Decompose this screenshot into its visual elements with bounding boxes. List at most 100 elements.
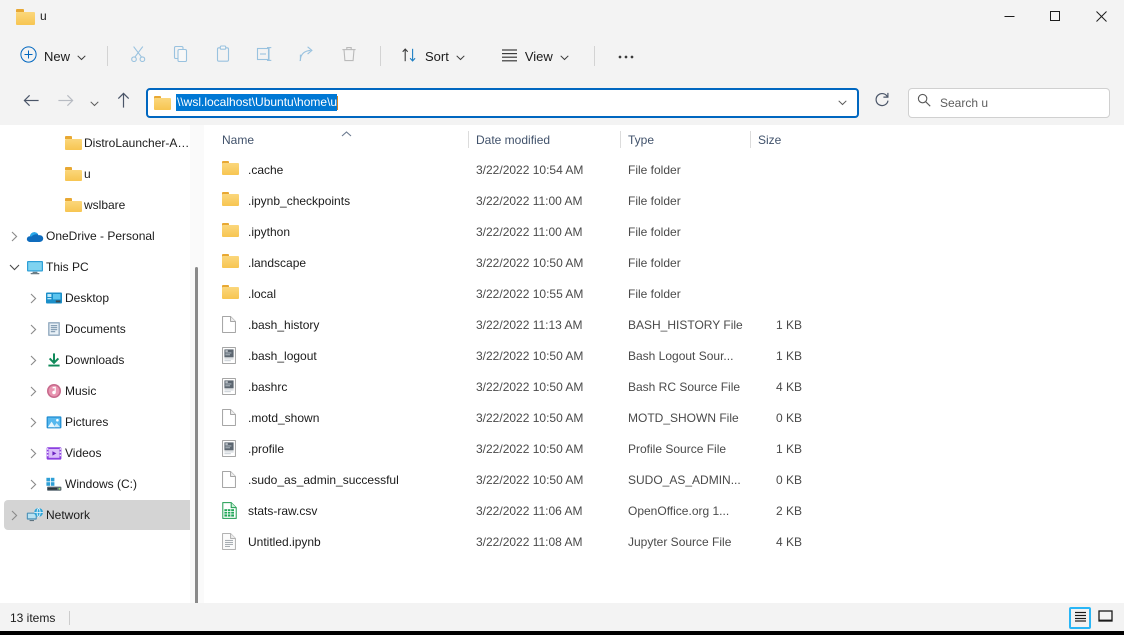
cut-button[interactable] bbox=[119, 40, 159, 72]
refresh-button[interactable] bbox=[862, 88, 902, 118]
chevron-right-icon[interactable] bbox=[23, 479, 43, 490]
sort-button-label: Sort bbox=[425, 48, 449, 64]
chevron-right-icon[interactable] bbox=[23, 386, 43, 397]
chevron-right-icon[interactable] bbox=[4, 231, 24, 242]
sidebar-item-videos[interactable]: Videos bbox=[4, 438, 200, 468]
blank-file-icon bbox=[222, 408, 239, 427]
arrow-up-icon bbox=[116, 92, 131, 114]
sidebar-item-music[interactable]: Music bbox=[4, 376, 200, 406]
chevron-right-icon[interactable] bbox=[23, 448, 43, 459]
rename-button[interactable] bbox=[245, 40, 285, 72]
file-list-row[interactable]: .cache 3/22/2022 10:54 AM File folder bbox=[214, 154, 1124, 185]
column-header-date[interactable]: Date modified bbox=[468, 125, 620, 154]
nav-scrollbar-thumb[interactable] bbox=[195, 267, 198, 603]
file-list-row[interactable]: .ipython 3/22/2022 11:00 AM File folder bbox=[214, 216, 1124, 247]
file-type-cell: SUDO_AS_ADMIN... bbox=[628, 472, 741, 487]
file-list-row[interactable]: .local 3/22/2022 10:55 AM File folder bbox=[214, 278, 1124, 309]
column-divider[interactable] bbox=[750, 131, 751, 148]
text-file-icon bbox=[222, 532, 239, 551]
folder-icon bbox=[154, 95, 171, 110]
file-list-row[interactable]: .sudo_as_admin_successful 3/22/2022 10:50… bbox=[214, 464, 1124, 495]
file-list-row[interactable]: .bash_logout 3/22/2022 10:50 AM Bash Logou… bbox=[214, 340, 1124, 371]
chevron-right-icon[interactable] bbox=[4, 510, 24, 521]
chevron-right-icon[interactable] bbox=[23, 324, 43, 335]
preview-pane-icon bbox=[1097, 610, 1113, 626]
delete-button[interactable] bbox=[329, 40, 369, 72]
paste-button[interactable] bbox=[203, 40, 243, 72]
sidebar-item-downloads[interactable]: Downloads bbox=[4, 345, 200, 375]
tab-u[interactable]: u bbox=[8, 0, 59, 32]
file-list-row[interactable]: .motd_shown 3/22/2022 10:50 AM MOTD_SHOWN … bbox=[214, 402, 1124, 433]
chevron-down-icon[interactable] bbox=[4, 264, 24, 271]
close-button[interactable] bbox=[1078, 0, 1124, 32]
refresh-icon bbox=[874, 92, 890, 113]
scissors-icon bbox=[130, 45, 148, 68]
details-view-button[interactable] bbox=[1069, 607, 1091, 629]
file-name-cell: .landscape bbox=[214, 253, 468, 272]
file-list-row[interactable]: .profile 3/22/2022 10:50 AM Profile Source… bbox=[214, 433, 1124, 464]
column-header-name[interactable]: Name bbox=[214, 125, 468, 154]
plus-circle-icon bbox=[20, 46, 37, 66]
file-list-row[interactable]: .bashrc 3/22/2022 10:50 AM Bash RC Source … bbox=[214, 371, 1124, 402]
sort-button[interactable]: Sort bbox=[392, 40, 474, 72]
see-more-button[interactable] bbox=[606, 40, 646, 72]
back-button[interactable] bbox=[14, 87, 48, 119]
sidebar-item-desktop[interactable]: Desktop bbox=[4, 283, 200, 313]
pictures-icon bbox=[43, 415, 65, 430]
address-dropdown-button[interactable] bbox=[829, 90, 855, 116]
ellipsis-icon bbox=[617, 47, 635, 65]
view-button[interactable]: View bbox=[492, 40, 578, 72]
forward-button[interactable] bbox=[48, 87, 82, 119]
up-button[interactable] bbox=[106, 87, 140, 119]
sidebar-item-label: wslbare bbox=[84, 198, 126, 212]
file-name-cell: .cache bbox=[214, 160, 468, 179]
file-list-row[interactable]: Untitled.ipynb 3/22/2022 11:08 AM Jupyter … bbox=[214, 526, 1124, 557]
chevron-right-icon[interactable] bbox=[23, 417, 43, 428]
minimize-button[interactable] bbox=[986, 0, 1032, 32]
sidebar-item-documents[interactable]: Documents bbox=[4, 314, 200, 344]
sidebar-item-onedrive-personal[interactable]: OneDrive - Personal bbox=[4, 221, 200, 251]
maximize-button[interactable] bbox=[1032, 0, 1078, 32]
toolbar-divider bbox=[107, 46, 109, 66]
sidebar-item-windows-c[interactable]: Windows (C:) bbox=[4, 469, 200, 499]
nav-scrollbar[interactable] bbox=[190, 125, 204, 603]
sidebar-item-wslbare[interactable]: wslbare bbox=[4, 190, 200, 220]
sidebar-item-this-pc[interactable]: This PC bbox=[4, 252, 200, 282]
file-date-cell: 3/22/2022 10:54 AM bbox=[476, 162, 584, 177]
preview-pane-button[interactable] bbox=[1094, 607, 1116, 629]
chevron-right-icon[interactable] bbox=[23, 293, 43, 304]
search-input[interactable] bbox=[940, 95, 1101, 110]
copy-button[interactable] bbox=[161, 40, 201, 72]
file-list-row[interactable]: stats-raw.csv 3/22/2022 11:06 AM OpenOffic… bbox=[214, 495, 1124, 526]
file-list-row[interactable]: .ipynb_checkpoints 3/22/2022 11:00 AM File… bbox=[214, 185, 1124, 216]
tab-label: u bbox=[40, 9, 47, 23]
sidebar-item-u[interactable]: u bbox=[4, 159, 200, 189]
address-bar[interactable]: \\wsl.localhost\Ubuntu\home\u bbox=[146, 87, 859, 118]
file-name-label: .bashrc bbox=[248, 379, 288, 394]
file-name-label: .ipython bbox=[248, 224, 291, 239]
address-bar-row: \\wsl.localhost\Ubuntu\home\u bbox=[0, 80, 1124, 125]
text-caret bbox=[337, 95, 339, 110]
sidebar-item-distrolauncher-appx[interactable]: DistroLauncher-Appx bbox=[4, 128, 200, 158]
file-list-row[interactable]: .landscape 3/22/2022 10:50 AM File folder bbox=[214, 247, 1124, 278]
column-header-label: Type bbox=[628, 132, 655, 147]
file-name-cell: .motd_shown bbox=[214, 408, 468, 427]
file-size-cell: 0 KB bbox=[775, 472, 802, 487]
sidebar-item-pictures[interactable]: Pictures bbox=[4, 407, 200, 437]
share-button[interactable] bbox=[287, 40, 327, 72]
file-name-cell: Untitled.ipynb bbox=[214, 532, 468, 551]
column-header-label: Size bbox=[758, 132, 782, 147]
column-header-type[interactable]: Type bbox=[620, 125, 750, 154]
column-divider[interactable] bbox=[620, 131, 621, 148]
new-button[interactable]: New bbox=[14, 40, 96, 72]
sidebar-item-label: OneDrive - Personal bbox=[46, 229, 155, 243]
column-header-size[interactable]: Size bbox=[750, 125, 814, 154]
recent-locations-button[interactable] bbox=[82, 87, 106, 119]
chevron-right-icon[interactable] bbox=[23, 355, 43, 366]
file-name-label: .ipynb_checkpoints bbox=[248, 193, 351, 208]
address-path-text[interactable]: \\wsl.localhost\Ubuntu\home\u bbox=[176, 94, 338, 111]
search-box[interactable] bbox=[908, 87, 1110, 118]
sidebar-item-network[interactable]: Network bbox=[4, 500, 200, 530]
file-list-row[interactable]: .bash_history 3/22/2022 11:13 AM BASH_HIST… bbox=[214, 309, 1124, 340]
column-divider[interactable] bbox=[468, 131, 469, 148]
